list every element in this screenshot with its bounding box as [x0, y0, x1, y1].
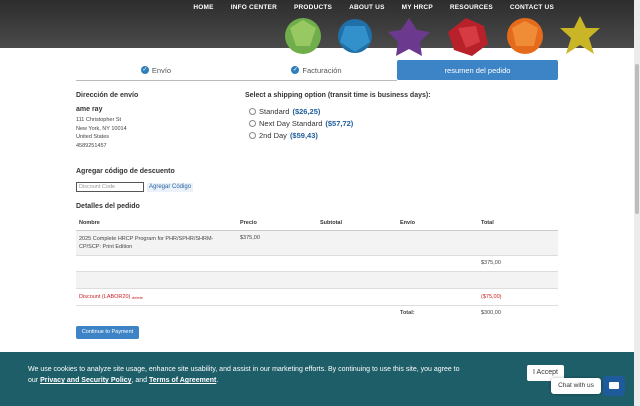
customer-name: ame ray: [76, 106, 103, 113]
discount-delete-link[interactable]: delete: [132, 295, 143, 300]
tab-facturacion[interactable]: ✓ Facturación: [236, 60, 397, 81]
continue-to-payment-button[interactable]: Continue to Payment: [76, 326, 139, 339]
shipping-option-2nd-day[interactable]: 2nd Day ($59,43): [249, 131, 318, 140]
radio-button[interactable]: [249, 132, 256, 139]
col-subtotal: Subtotal: [320, 220, 342, 226]
nav-about-us[interactable]: ABOUT US: [349, 4, 385, 11]
shipping-address-title: Dirección de envío: [76, 92, 139, 99]
nav-info-center[interactable]: INFO CENTER: [231, 4, 277, 11]
address-line3: United States: [76, 134, 110, 140]
discount-code-input[interactable]: Discount Code: [76, 182, 144, 192]
nav-home[interactable]: HOME: [193, 4, 213, 11]
top-navigation: HOME INFO CENTER PRODUCTS ABOUT US MY HR…: [176, 4, 554, 11]
shipping-options-title: Select a shipping option (transit time i…: [245, 92, 431, 99]
chat-icon[interactable]: [603, 376, 625, 396]
order-table: Nombre Precio Subtotal Envío Total 2025 …: [76, 216, 558, 320]
privacy-policy-link[interactable]: Privacy and Security Policy: [40, 377, 131, 384]
address-line1: 111 Christopher St: [76, 117, 122, 123]
table-row: Total: $300,00: [76, 306, 558, 320]
tab-resumen-pedido[interactable]: resumen del pedido: [397, 60, 558, 80]
option-label: Next Day Standard: [259, 119, 323, 128]
table-row: Discount (LABOR20) delete ($75,00): [76, 289, 558, 306]
tab-envio[interactable]: ✓ Envío: [76, 60, 236, 81]
discount-label: Discount (LABOR20): [79, 294, 131, 300]
option-label: 2nd Day: [259, 131, 287, 140]
discount-value: ($75,00): [481, 294, 502, 300]
col-envio: Envío: [400, 220, 415, 226]
tab-facturacion-label: Facturación: [302, 65, 342, 75]
address-phone: 4589251457: [76, 142, 107, 149]
blue-gem-icon: [338, 19, 372, 53]
orange-gem-icon: [507, 18, 543, 54]
table-header: Nombre Precio Subtotal Envío Total: [76, 216, 558, 231]
red-gem-icon: [448, 18, 488, 56]
col-nombre: Nombre: [79, 220, 100, 226]
tab-resumen-label: resumen del pedido: [444, 65, 511, 75]
cookie-message: We use cookies to analyze site usage, en…: [28, 364, 468, 386]
order-details-title: Detalles del pedido: [76, 203, 140, 210]
tab-envio-label: Envío: [151, 65, 172, 75]
item-name: 2025 Complete HRCP Program for PHR/SPHR/…: [79, 236, 214, 250]
yellow-gem-icon: [560, 16, 600, 54]
scrollbar[interactable]: [634, 0, 640, 406]
radio-button[interactable]: [249, 108, 256, 115]
item-price: $375,00: [240, 235, 260, 241]
nav-my-hrcp[interactable]: MY HRCP: [402, 4, 433, 11]
col-precio: Precio: [240, 220, 257, 226]
check-icon: ✓: [140, 66, 149, 74]
shipping-option-next-day[interactable]: Next Day Standard ($57,72): [249, 119, 353, 128]
option-price: ($59,43): [289, 131, 318, 140]
option-label: Standard: [259, 107, 290, 116]
scrollbar-thumb[interactable]: [635, 64, 639, 214]
green-gem-icon: [285, 18, 321, 54]
check-icon: ✓: [291, 66, 300, 74]
nav-products[interactable]: PRODUCTS: [294, 4, 332, 11]
cookie-text: .: [216, 377, 219, 384]
table-row: $375,00: [76, 256, 558, 272]
cookie-text: , and: [131, 377, 150, 384]
option-price: ($57,72): [325, 119, 354, 128]
nav-resources[interactable]: RESOURCES: [450, 4, 493, 11]
radio-button[interactable]: [249, 120, 256, 127]
total-label: Total:: [400, 310, 415, 316]
col-total: Total: [481, 220, 494, 226]
table-row: 2025 Complete HRCP Program for PHR/SPHR/…: [76, 231, 558, 256]
purple-gem-icon: [388, 18, 430, 56]
decorative-gems: [285, 16, 600, 56]
option-price: ($26,25): [292, 107, 321, 116]
table-row: [76, 272, 558, 289]
discount-title: Agregar código de descuento: [76, 168, 175, 175]
address-block: 111 Christopher St New York, NY 10014 Un…: [76, 116, 127, 150]
total-value: $300,00: [481, 310, 501, 316]
apply-discount-button[interactable]: Agregar Código: [147, 183, 194, 192]
subtotal-value: $375,00: [481, 260, 501, 266]
shipping-option-standard[interactable]: Standard ($26,25): [249, 107, 320, 116]
chat-label[interactable]: Chat with us: [551, 378, 601, 394]
nav-contact-us[interactable]: CONTACT US: [510, 4, 554, 11]
checkout-steps: ✓ Envío ✓ Facturación resumen del pedido: [76, 60, 558, 81]
terms-link[interactable]: Terms of Agreement: [149, 377, 216, 384]
address-line2: New York, NY 10014: [76, 125, 127, 132]
